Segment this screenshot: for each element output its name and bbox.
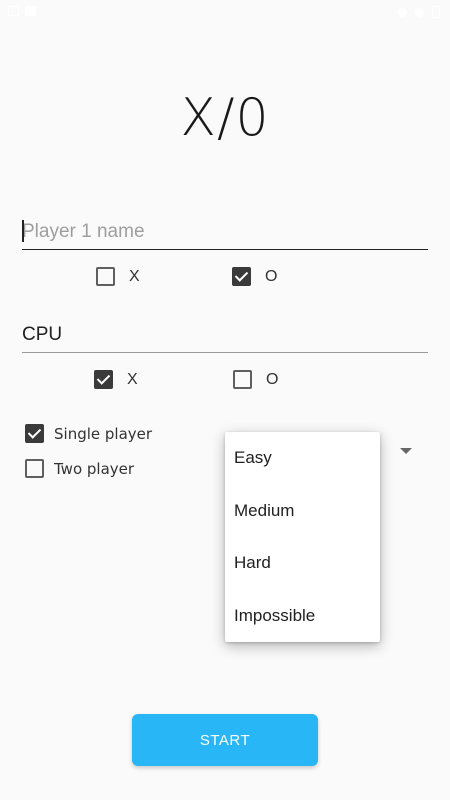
player1-o-label: O [265,267,278,285]
text-cursor [22,220,24,242]
notification-icon [8,6,19,16]
difficulty-option-medium[interactable]: Medium [225,485,380,538]
single-player-checkbox[interactable] [25,424,44,443]
two-player-option[interactable]: Two player [25,459,134,478]
player1-o-option[interactable]: O [232,267,277,286]
notification-icons [8,6,36,16]
player1-x-label: X [129,267,140,285]
battery-icon [432,6,440,18]
two-player-checkbox[interactable] [25,459,44,478]
cpu-o-checkbox[interactable] [233,370,252,389]
single-player-option[interactable]: Single player [25,424,152,443]
image-notification-icon [25,6,36,16]
player1-x-checkbox[interactable] [96,267,115,286]
status-bar [0,0,450,26]
difficulty-option-easy[interactable]: Easy [225,432,380,485]
player1-o-checkbox[interactable] [232,267,251,286]
cpu-x-label: X [127,370,138,388]
system-icons [398,6,440,18]
single-player-label: Single player [54,424,153,443]
difficulty-option-impossible[interactable]: Impossible [225,590,380,643]
player1-x-option[interactable]: X [96,267,140,286]
cpu-name-value: CPU [22,324,63,345]
difficulty-dropdown-arrow-icon[interactable] [400,448,412,454]
difficulty-dropdown-menu: Easy Medium Hard Impossible [225,432,380,642]
player1-name-field[interactable] [22,216,428,250]
cpu-name-field[interactable]: CPU [22,319,428,353]
signal-icon [398,7,407,17]
cpu-o-option[interactable]: O [233,370,278,389]
app-title: X/0 [180,88,270,148]
start-button[interactable]: START [132,714,318,766]
two-player-label: Two player [54,459,135,478]
difficulty-option-hard[interactable]: Hard [225,537,380,590]
cpu-x-option[interactable]: X [94,370,138,389]
cpu-x-checkbox[interactable] [94,370,113,389]
wifi-icon [415,7,424,17]
player1-name-input[interactable] [22,216,428,248]
cpu-o-label: O [266,370,279,388]
